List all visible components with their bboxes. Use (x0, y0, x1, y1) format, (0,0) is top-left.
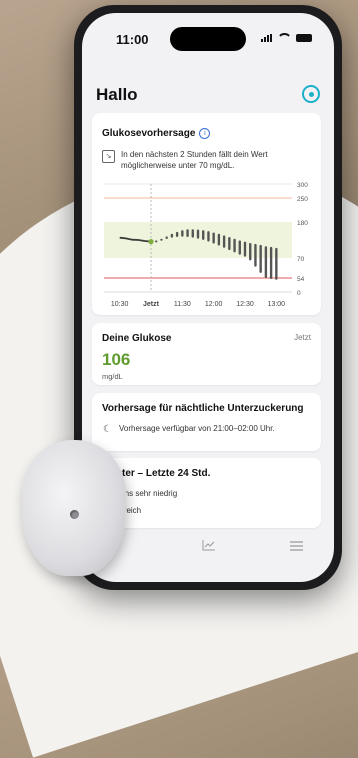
forecast-bar (249, 242, 252, 261)
current-value-dot (148, 239, 154, 245)
x-tick-label: 13:00 (268, 301, 286, 308)
forecast-bar (155, 240, 158, 243)
pattern-item-2: Zielbereich (102, 505, 311, 516)
pattern-card-title: Muster – Letzte 24 Std. (102, 468, 211, 479)
nocturnal-card[interactable]: Vorhersage für nächtliche Unterzuckerung… (92, 393, 321, 451)
forecast-bar (196, 229, 200, 239)
prediction-card-header: Glukosevorhersage i (102, 123, 311, 141)
nocturnal-card-title: Vorhersage für nächtliche Unterzuckerung (102, 403, 304, 414)
battery-icon (296, 34, 312, 42)
status-time: 11:00 (116, 32, 149, 47)
status-icons (261, 33, 312, 43)
nocturnal-message-text: Vorhersage verfügbar von 21:00–02:00 Uhr… (119, 424, 275, 433)
forecast-bar (207, 231, 210, 242)
forecast-bar (233, 238, 236, 253)
forecast-bar (160, 238, 163, 241)
y-tick-label: 0 (297, 290, 301, 297)
forecast-bar (264, 246, 268, 278)
forecast-bar (259, 244, 262, 273)
glucose-time-label: Jetzt (294, 333, 311, 342)
prediction-card[interactable]: Glukosevorhersage i ↘ In den nächsten 2 S… (92, 113, 321, 315)
chart-icon[interactable] (202, 539, 216, 554)
page-title: Hallo (96, 85, 138, 104)
forecast-bar (275, 247, 278, 280)
y-tick-label: 180 (297, 220, 308, 227)
x-tick-label: 12:30 (236, 301, 254, 308)
x-tick-label: Jetzt (143, 301, 160, 308)
glucose-card[interactable]: Deine Glukose Jetzt 106 mg/dL (92, 323, 321, 385)
signal-icon (261, 34, 273, 42)
x-tick-label: 10:30 (111, 301, 129, 308)
forecast-bar (243, 241, 247, 257)
sensor-status-icon[interactable] (302, 85, 320, 103)
glucose-chart[interactable]: 300 250 180 70 54 0 10:30 Jetzt 11:30 12:00 12:30 1… (92, 178, 321, 318)
y-tick-label: 300 (297, 182, 308, 189)
menu-icon[interactable] (290, 540, 303, 554)
forecast-bar (175, 231, 179, 238)
forecast-bar (222, 235, 226, 248)
forecast-bar (170, 233, 174, 238)
glucose-sensor-device (22, 440, 126, 576)
prediction-card-title: Glukosevorhersage (102, 128, 196, 139)
forecast-bar (181, 230, 184, 237)
forecast-bar (212, 232, 215, 244)
forecast-bar (186, 229, 189, 238)
y-tick-label: 54 (297, 276, 305, 283)
prediction-message: ↘ In den nächsten 2 Stunden fällt dein W… (102, 149, 311, 171)
forecast-bar (202, 230, 205, 240)
forecast-bar (254, 243, 257, 267)
moon-icon: ☾ (103, 424, 112, 435)
pattern-item-1: Morgens sehr niedrig (102, 489, 178, 498)
nocturnal-message: ☾ Vorhersage verfügbar von 21:00–02:00 U… (102, 423, 311, 435)
x-tick-label: 12:00 (205, 301, 223, 308)
y-tick-label: 250 (297, 196, 308, 203)
glucose-unit: mg/dL (102, 372, 123, 381)
forecast-bar (191, 229, 194, 238)
x-tick-label: 11:30 (174, 301, 191, 308)
glucose-chart-svg: 300 250 180 70 54 0 10:30 Jetzt 11:30 12:00 12:30 1… (104, 182, 308, 308)
forecast-bar (238, 240, 241, 255)
glucose-value: 106 (102, 350, 131, 369)
pattern-card[interactable]: Muster – Letzte 24 Std. Morgens sehr nie… (92, 458, 321, 528)
forecast-bar (217, 233, 221, 246)
forecast-bar (165, 236, 168, 240)
info-icon[interactable]: i (199, 128, 211, 139)
forecast-bar (228, 237, 231, 251)
wifi-icon (277, 33, 292, 43)
dynamic-island (170, 27, 246, 51)
trend-chart-icon: ↘ (102, 150, 115, 163)
sensor-center-hole (70, 510, 79, 519)
y-tick-label: 70 (297, 256, 305, 263)
forecast-bar (269, 246, 273, 280)
glucose-card-title: Deine Glukose (102, 333, 172, 344)
prediction-message-text: In den nächsten 2 Stunden fällt dein Wer… (121, 150, 268, 170)
